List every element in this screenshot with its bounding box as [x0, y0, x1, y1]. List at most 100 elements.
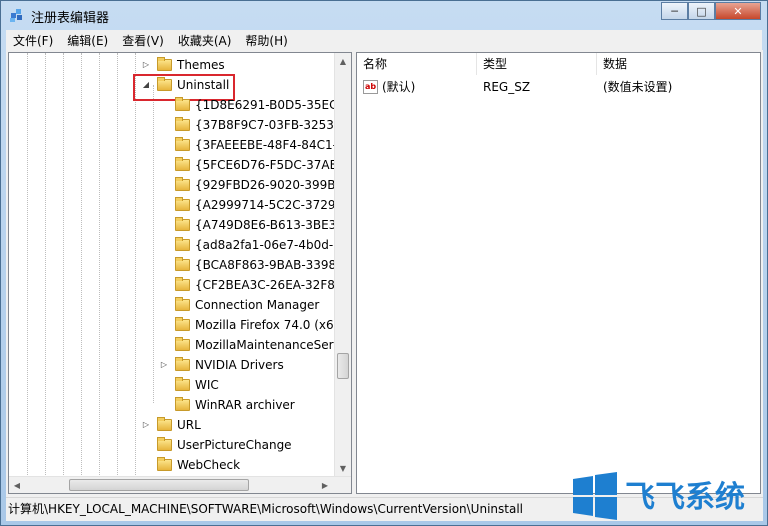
- tree-item[interactable]: ▷ NVIDIA Drivers: [9, 355, 335, 375]
- registry-key-tree[interactable]: ▷ Themes ◢ Uninstall {1D8E6291-B0D5-35EC-8 {3…: [8, 52, 352, 494]
- column-header-type[interactable]: 类型: [477, 53, 597, 75]
- folder-icon: [175, 157, 190, 171]
- tree-item-label: MozillaMaintenanceServi: [195, 338, 344, 352]
- menu-favorites[interactable]: 收藏夹(A): [171, 32, 239, 49]
- tree-vertical-scrollbar[interactable]: ▲ ▼: [334, 53, 351, 477]
- tree-item-label: WinRAR archiver: [195, 398, 295, 412]
- tree-item[interactable]: ▷ Themes: [9, 55, 335, 75]
- folder-icon: [175, 197, 190, 211]
- tree-item-label: {1D8E6291-B0D5-35EC-8: [195, 98, 350, 112]
- menu-help[interactable]: 帮助(H): [238, 32, 294, 49]
- client-area: ▷ Themes ◢ Uninstall {1D8E6291-B0D5-35EC-8 {3…: [6, 50, 763, 497]
- scroll-thumb[interactable]: [337, 353, 349, 379]
- folder-icon: [175, 97, 190, 111]
- tree-item[interactable]: {1D8E6291-B0D5-35EC-8: [9, 95, 349, 115]
- maximize-button[interactable]: □: [688, 2, 715, 20]
- folder-icon: [175, 397, 190, 411]
- minimize-icon: ─: [671, 4, 678, 18]
- tree-item-label: {3FAEEEBE-48F4-84C1-2E: [195, 138, 352, 152]
- folder-icon: [175, 237, 190, 251]
- folder-icon: [175, 277, 190, 291]
- tree-item[interactable]: Connection Manager: [9, 295, 335, 315]
- folder-icon: [175, 377, 190, 391]
- minimize-button[interactable]: ─: [661, 2, 688, 20]
- folder-icon: [175, 357, 190, 371]
- tree-item[interactable]: {ad8a2fa1-06e7-4b0d-92: [9, 235, 349, 255]
- tree-item[interactable]: {929FBD26-9020-399B-9A: [9, 175, 351, 195]
- watermark-logo: 飞飞系统: [573, 472, 745, 520]
- tree-horizontal-scrollbar[interactable]: ◀ ▶: [9, 476, 351, 493]
- expand-arrow-icon[interactable]: ▷: [141, 415, 151, 435]
- folder-icon: [175, 337, 190, 351]
- expand-arrow-icon[interactable]: ▷: [159, 355, 169, 375]
- tree-item-label: NVIDIA Drivers: [195, 358, 284, 372]
- folder-icon: [175, 317, 190, 331]
- folder-icon: [175, 137, 190, 151]
- menu-file[interactable]: 文件(F): [6, 32, 60, 49]
- scroll-right-icon[interactable]: ▶: [317, 477, 333, 493]
- menu-view[interactable]: 查看(V): [115, 32, 171, 49]
- tree-item-label: {37B8F9C7-03FB-3253-87: [195, 118, 352, 132]
- registry-values-list[interactable]: 名称 类型 数据 ab (默认) REG_SZ (数值未设置): [356, 52, 761, 494]
- tree-item[interactable]: {A749D8E6-B613-3BE3-8: [9, 215, 348, 235]
- tree-item[interactable]: {CF2BEA3C-26EA-32F8-A: [9, 275, 347, 295]
- tree-item-label: WebCheck: [177, 458, 241, 472]
- tree-item[interactable]: WinRAR archiver: [9, 395, 335, 415]
- close-button[interactable]: ✕: [715, 2, 761, 20]
- tree-item-label: {A2999714-5C2C-3729-A: [195, 198, 348, 212]
- tree-item-label: UserPictureChange: [177, 438, 292, 452]
- expand-arrow-icon[interactable]: ▷: [141, 55, 151, 75]
- list-item[interactable]: ab (默认) REG_SZ (数值未设置): [357, 77, 757, 97]
- scroll-up-icon[interactable]: ▲: [335, 53, 351, 70]
- tree-item[interactable]: UserPictureChange: [9, 435, 335, 455]
- tree-item[interactable]: ▷ URL: [9, 415, 335, 435]
- value-name: (默认): [382, 80, 416, 94]
- folder-icon: [157, 457, 172, 471]
- tree-item[interactable]: WIC: [9, 375, 335, 395]
- tree-item-label: {ad8a2fa1-06e7-4b0d-92: [195, 238, 349, 252]
- registry-editor-window: 注册表编辑器 ─ □ ✕ 文件(F) 编辑(E) 查看(V) 收藏夹(A) 帮助…: [0, 0, 768, 526]
- hscroll-thumb[interactable]: [69, 479, 249, 491]
- tree-item[interactable]: {A2999714-5C2C-3729-A: [9, 195, 348, 215]
- tree-item-label: {A749D8E6-B613-3BE3-8: [195, 218, 349, 232]
- folder-icon: [175, 177, 190, 191]
- tree-item[interactable]: {5FCE6D76-F5DC-37AB-B: [9, 155, 350, 175]
- value-data: (数值未设置): [603, 80, 673, 94]
- menu-bar: 文件(F) 编辑(E) 查看(V) 收藏夹(A) 帮助(H): [6, 30, 762, 50]
- tree-item-label: {CF2BEA3C-26EA-32F8-A: [195, 278, 348, 292]
- folder-icon: [175, 117, 190, 131]
- tree-item[interactable]: Mozilla Firefox 74.0 (x64: [9, 315, 341, 335]
- close-icon: ✕: [733, 4, 743, 18]
- watermark-text: 飞飞系统: [625, 480, 745, 515]
- tree-item-label: {929FBD26-9020-399B-9A: [195, 178, 352, 192]
- column-header-data[interactable]: 数据: [597, 53, 760, 75]
- tree-item[interactable]: {37B8F9C7-03FB-3253-87: [9, 115, 351, 135]
- window-title: 注册表编辑器: [31, 11, 110, 26]
- tree-item-label: {BCA8F863-9BAB-3398-B: [195, 258, 349, 272]
- title-bar: 注册表编辑器 ─ □ ✕: [1, 1, 767, 30]
- menu-edit[interactable]: 编辑(E): [60, 32, 115, 49]
- window-controls: ─ □ ✕: [661, 2, 761, 20]
- tree-item-label: Themes: [177, 58, 225, 72]
- folder-icon: [157, 417, 172, 431]
- folder-icon: [157, 57, 172, 71]
- value-type: REG_SZ: [483, 80, 531, 94]
- tree-item-label: Connection Manager: [195, 298, 320, 312]
- tree-item[interactable]: {BCA8F863-9BAB-3398-B: [9, 255, 348, 275]
- tree-item[interactable]: MozillaMaintenanceServi: [9, 335, 344, 355]
- column-header-name[interactable]: 名称: [357, 53, 477, 75]
- tree-item-label: {5FCE6D76-F5DC-37AB-B: [195, 158, 350, 172]
- windows-logo-icon: [573, 472, 617, 520]
- maximize-icon: □: [696, 4, 707, 18]
- tree-item-label: Mozilla Firefox 74.0 (x64: [195, 318, 342, 332]
- folder-icon: [175, 217, 190, 231]
- scroll-left-icon[interactable]: ◀: [9, 477, 25, 493]
- tree-item-label: WIC: [195, 378, 219, 392]
- scroll-down-icon[interactable]: ▼: [335, 460, 351, 477]
- folder-icon: [175, 297, 190, 311]
- regedit-icon: [10, 9, 22, 22]
- tree-item-label: URL: [177, 418, 201, 432]
- folder-icon: [175, 257, 190, 271]
- tree-item[interactable]: WebCheck: [9, 455, 335, 475]
- tree-item[interactable]: {3FAEEEBE-48F4-84C1-2E: [9, 135, 351, 155]
